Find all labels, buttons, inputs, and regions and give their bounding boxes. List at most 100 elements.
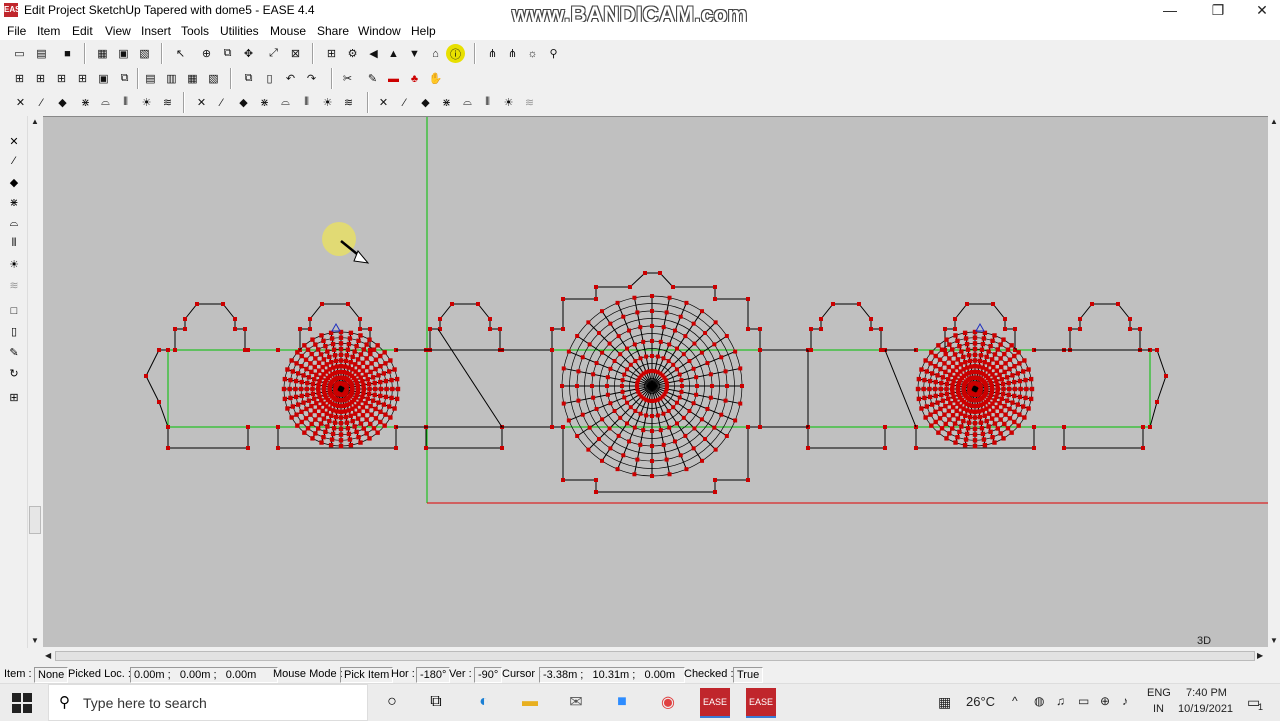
new-project-icon[interactable]: ▭ — [10, 44, 29, 63]
scroll-right-icon[interactable]: ▶ — [1257, 651, 1263, 660]
minimize-button[interactable]: — — [1148, 0, 1192, 22]
paint-icon[interactable]: ▬ — [384, 69, 403, 88]
restore-button[interactable]: ❐ — [1196, 0, 1240, 22]
copy-icon[interactable]: ⧉ — [239, 69, 258, 88]
left-vertex-icon[interactable]: ⋇ — [5, 193, 23, 211]
microphone-icon[interactable]: ♫ — [1056, 694, 1065, 708]
arrow-down-icon[interactable]: ▼ — [405, 44, 424, 63]
file-explorer-icon[interactable]: ▬ — [515, 688, 545, 716]
hide-wand-icon[interactable]: ⁄ — [395, 93, 414, 112]
cut-icon[interactable]: ✂ — [338, 69, 357, 88]
cortana-icon[interactable]: ○ — [377, 688, 407, 716]
insert-item-icon[interactable]: ⧉ — [218, 44, 237, 63]
hide-lines-icon[interactable]: ≋ — [520, 93, 539, 112]
hide-bulb-icon[interactable]: ☀ — [499, 93, 518, 112]
volume-icon[interactable]: ♪ — [1122, 694, 1128, 708]
zoom-app-icon[interactable]: ■ — [607, 688, 637, 716]
tray-app-icon[interactable]: ◍ — [1034, 694, 1044, 708]
wand-all-icon[interactable]: ⁄ — [212, 93, 231, 112]
bulb-all-icon[interactable]: ☀ — [318, 93, 337, 112]
tray-chevron-icon[interactable]: ^ — [1012, 694, 1018, 708]
weather-icon[interactable]: ▦ — [938, 694, 951, 711]
render-4-icon[interactable]: ▧ — [204, 69, 223, 88]
render-2-icon[interactable]: ▥ — [162, 69, 181, 88]
menu-help[interactable]: Help — [411, 24, 436, 38]
plane-all-icon[interactable]: ⌓ — [276, 93, 295, 112]
menu-utilities[interactable]: Utilities — [220, 24, 259, 38]
left-surface-icon[interactable]: ◆ — [5, 173, 23, 191]
zoom-fit-icon[interactable]: ⤢ — [264, 44, 283, 63]
lines-icon[interactable]: ≋ — [158, 93, 177, 112]
menu-item[interactable]: Item — [37, 24, 60, 38]
ease-taskbar-icon-1[interactable]: EASE — [700, 688, 730, 718]
hide-vertex-icon[interactable]: ⋇ — [437, 93, 456, 112]
menu-edit[interactable]: Edit — [72, 24, 93, 38]
menu-view[interactable]: View — [105, 24, 131, 38]
hide-delete-icon[interactable]: ✕ — [374, 93, 393, 112]
undo-icon[interactable]: ↶ — [281, 69, 300, 88]
plane-icon[interactable]: ⌓ — [96, 93, 115, 112]
vertical-scroll-thumb[interactable] — [29, 506, 41, 534]
ease-taskbar-icon-2[interactable]: EASE — [746, 688, 776, 718]
surface-all-icon[interactable]: ◆ — [234, 93, 253, 112]
left-delete-icon[interactable]: ✕ — [5, 132, 23, 150]
graduate-icon[interactable]: ▲ — [384, 44, 403, 63]
left-wand-icon[interactable]: ⁄ — [5, 152, 23, 170]
vertical-scrollbar[interactable]: ▲ ▼ — [27, 116, 42, 648]
delete-icon[interactable]: ✕ — [11, 93, 30, 112]
paste-icon[interactable]: ▯ — [260, 69, 279, 88]
export-icon[interactable]: ▣ — [114, 44, 133, 63]
left-box-icon[interactable]: □ — [5, 302, 23, 320]
speaker-icon[interactable]: ⋔ — [483, 44, 502, 63]
hide-surface-icon[interactable]: ◆ — [416, 93, 435, 112]
render-3-icon[interactable]: ▦ — [183, 69, 202, 88]
horizontal-scrollbar[interactable]: ◀ ▶ — [43, 649, 1268, 663]
render-1-icon[interactable]: ▤ — [141, 69, 160, 88]
lines-all-icon[interactable]: ≋ — [339, 93, 358, 112]
vertex-all-icon[interactable]: ⋇ — [255, 93, 274, 112]
hide-plane-icon[interactable]: ⌓ — [458, 93, 477, 112]
clock-date[interactable]: 10/19/2021 — [1178, 703, 1233, 715]
redo-icon[interactable]: ↷ — [302, 69, 321, 88]
horizontal-scroll-thumb[interactable] — [55, 651, 1255, 661]
windows-start-icon[interactable] — [12, 693, 32, 713]
left-rotate-icon[interactable]: ↻ — [5, 364, 23, 382]
input-region[interactable]: IN — [1153, 703, 1164, 715]
bulb-icon[interactable]: ☀ — [137, 93, 156, 112]
weather-temperature[interactable]: 26°C — [966, 694, 995, 709]
left-page-icon[interactable]: ▯ — [5, 322, 23, 340]
left-bulb-icon[interactable]: ☀ — [5, 255, 23, 273]
left-edit-icon[interactable]: ✎ — [5, 343, 23, 361]
walk-icon[interactable]: ⚙ — [343, 44, 362, 63]
right-scroll-up-icon[interactable]: ▲ — [1270, 117, 1278, 126]
menu-mouse[interactable]: Mouse — [270, 24, 306, 38]
listener-icon[interactable]: ⚲ — [544, 44, 563, 63]
scroll-up-icon[interactable]: ▲ — [31, 117, 39, 126]
surface-icon[interactable]: ◆ — [53, 93, 72, 112]
menu-insert[interactable]: Insert — [141, 24, 171, 38]
battery-icon[interactable]: ▭ — [1078, 694, 1089, 708]
model-viewport[interactable]: 3D Perspective — [43, 116, 1268, 647]
arrow-left-icon[interactable]: ◀ — [364, 44, 383, 63]
pointer-icon[interactable]: ↖ — [171, 44, 190, 63]
left-bracket-icon[interactable]: ⫴ — [5, 234, 23, 252]
clock-time[interactable]: 7:40 PM — [1186, 687, 1227, 699]
speaker-aim-icon[interactable]: ⋔ — [503, 44, 522, 63]
input-language[interactable]: ENG — [1147, 687, 1171, 699]
scroll-down-icon[interactable]: ▼ — [31, 636, 39, 645]
network-icon[interactable]: ⊕ — [1100, 694, 1110, 708]
mail-icon[interactable]: ✉ — [561, 688, 591, 716]
vertex-icon[interactable]: ⋇ — [76, 93, 95, 112]
import-icon[interactable]: ▧ — [135, 44, 154, 63]
print-icon[interactable]: ▦ — [93, 44, 112, 63]
close-button[interactable]: ✕ — [1240, 0, 1280, 22]
grid-4-icon[interactable]: ⊞ — [73, 69, 92, 88]
grid-1-icon[interactable]: ⊞ — [10, 69, 29, 88]
delete-all-icon[interactable]: ✕ — [192, 93, 211, 112]
menu-file[interactable]: File — [7, 24, 26, 38]
right-scroll-down-icon[interactable]: ▼ — [1270, 636, 1278, 645]
wand-icon[interactable]: ⁄ — [32, 93, 51, 112]
zoom-window-icon[interactable]: ⊠ — [286, 44, 305, 63]
hand-icon[interactable]: ✋ — [426, 69, 445, 88]
info-icon[interactable]: ⓘ — [446, 44, 465, 63]
